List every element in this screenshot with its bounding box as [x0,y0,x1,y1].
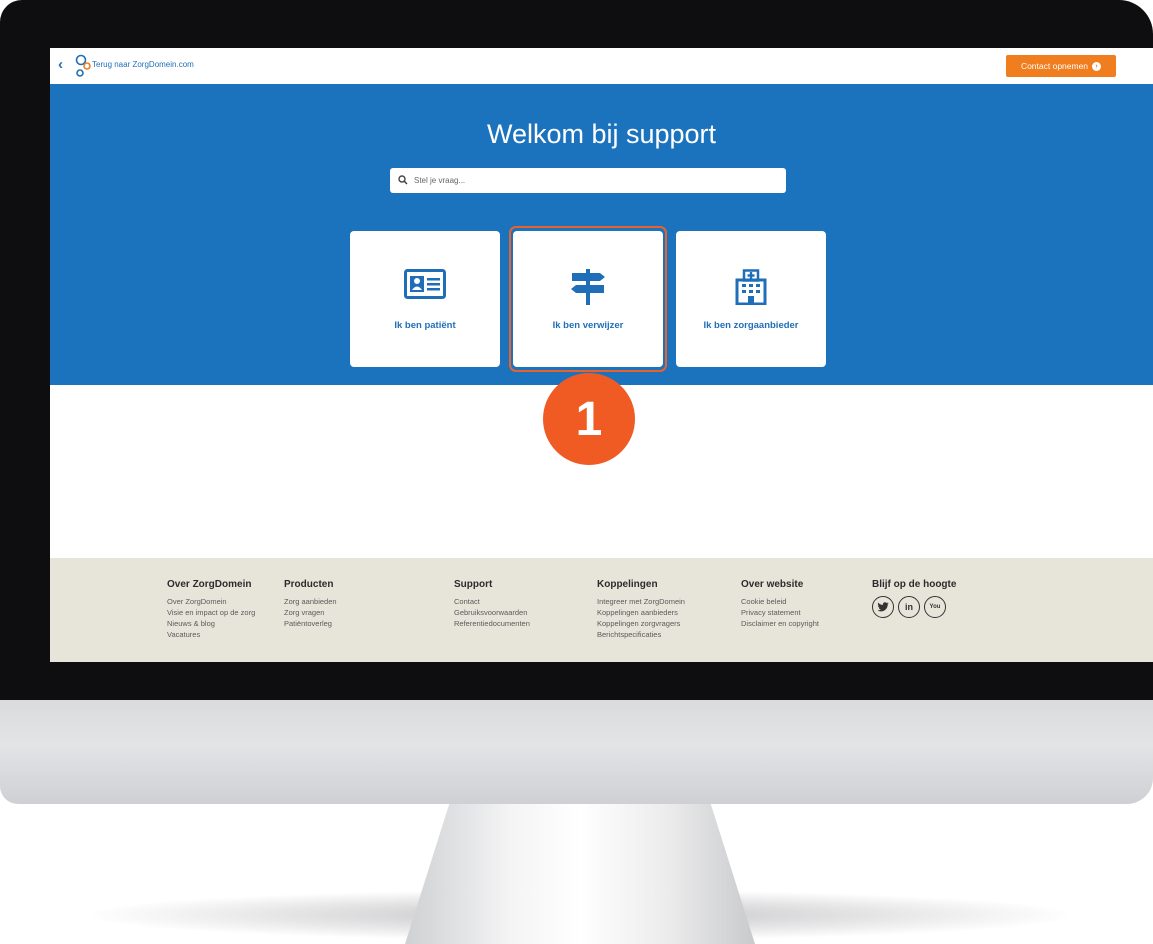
contact-button-label: Contact opnemen [1020,61,1089,71]
hospital-icon [735,269,767,305]
footer-column-koppelingen: Koppelingen Integreer met ZorgDomein Kop… [597,579,685,640]
footer-column-support: Support Contact Gebruiksvoorwaarden Refe… [454,579,530,629]
card-patient-label: Ik ben patiënt [394,320,456,331]
footer-link[interactable]: Over ZorgDomein [167,596,255,607]
footer-link[interactable]: Nieuws & blog [167,618,255,629]
footer-link[interactable]: Disclaimer en copyright [741,618,819,629]
monitor-stand [405,800,755,944]
chevron-left-icon[interactable]: ‹ [58,57,70,72]
footer-column-title: Over website [741,579,804,590]
footer-column-over-zorgdomein: Over ZorgDomein Over ZorgDomein Visie en… [167,579,255,640]
footer-link[interactable]: Vacatures [167,629,255,640]
footer-link[interactable]: Koppelingen aanbieders [597,607,685,618]
footer-link[interactable]: Koppelingen zorgvragers [597,618,685,629]
twitter-icon[interactable] [872,596,894,618]
social-links: in You [872,596,956,618]
footer-column-over-website: Over website Cookie beleid Privacy state… [741,579,819,629]
footer-link[interactable]: Zorg vragen [284,607,337,618]
footer-link[interactable]: Referentiedocumenten [454,618,530,629]
search-input[interactable] [414,168,774,193]
search-bar[interactable] [390,168,786,193]
footer-link[interactable]: Patiëntoverleg [284,618,337,629]
footer-column-blijf-op-de-hoogte: Blijf op de hoogte in You [872,579,956,618]
footer-column-title: Blijf op de hoogte [872,579,957,590]
youtube-icon[interactable]: You [924,596,946,618]
footer-column-producten: Producten Zorg aanbieden Zorg vragen Pat… [284,579,337,629]
card-verwijzer-highlight [509,226,667,372]
footer-link[interactable]: Contact [454,596,530,607]
monitor-screen: ‹ Terug naar ZorgDomein.com Contact opne… [50,48,1153,662]
monitor-bezel: ‹ Terug naar ZorgDomein.com Contact opne… [0,0,1153,700]
footer: Over ZorgDomein Over ZorgDomein Visie en… [50,558,1153,662]
footer-column-title: Producten [284,579,334,590]
footer-column-title: Koppelingen [597,579,658,590]
top-bar: ‹ Terug naar ZorgDomein.com Contact opne… [50,48,1153,85]
footer-link[interactable]: Privacy statement [741,607,819,618]
linkedin-icon[interactable]: in [898,596,920,618]
back-to-site-link[interactable]: Terug naar ZorgDomein.com [92,60,194,69]
id-card-icon [404,269,446,299]
arrow-right-icon: › [1092,61,1102,71]
card-patient[interactable]: Ik ben patiënt [350,231,500,367]
monitor-chin [0,696,1153,804]
card-zorgaanbieder-label: Ik ben zorgaanbieder [703,320,799,331]
footer-link[interactable]: Integreer met ZorgDomein [597,596,685,607]
footer-link[interactable]: Gebruiksvoorwaarden [454,607,530,618]
footer-link[interactable]: Cookie beleid [741,596,819,607]
card-zorgaanbieder[interactable]: Ik ben zorgaanbieder [676,231,826,367]
page-title: Welkom bij support [486,119,717,149]
step-badge: 1 [543,373,635,465]
footer-column-title: Over ZorgDomein [167,579,252,590]
footer-column-title: Support [454,579,493,590]
footer-link[interactable]: Berichtspecificaties [597,629,685,640]
contact-button[interactable]: Contact opnemen › [1006,55,1116,77]
footer-link[interactable]: Visie en impact op de zorg [167,607,255,618]
footer-link[interactable]: Zorg aanbieden [284,596,337,607]
search-icon [398,175,408,185]
hero-section: Welkom bij support Stel je vraag... Ik b… [50,84,1153,385]
zorgdomein-logo-icon[interactable] [75,54,91,83]
